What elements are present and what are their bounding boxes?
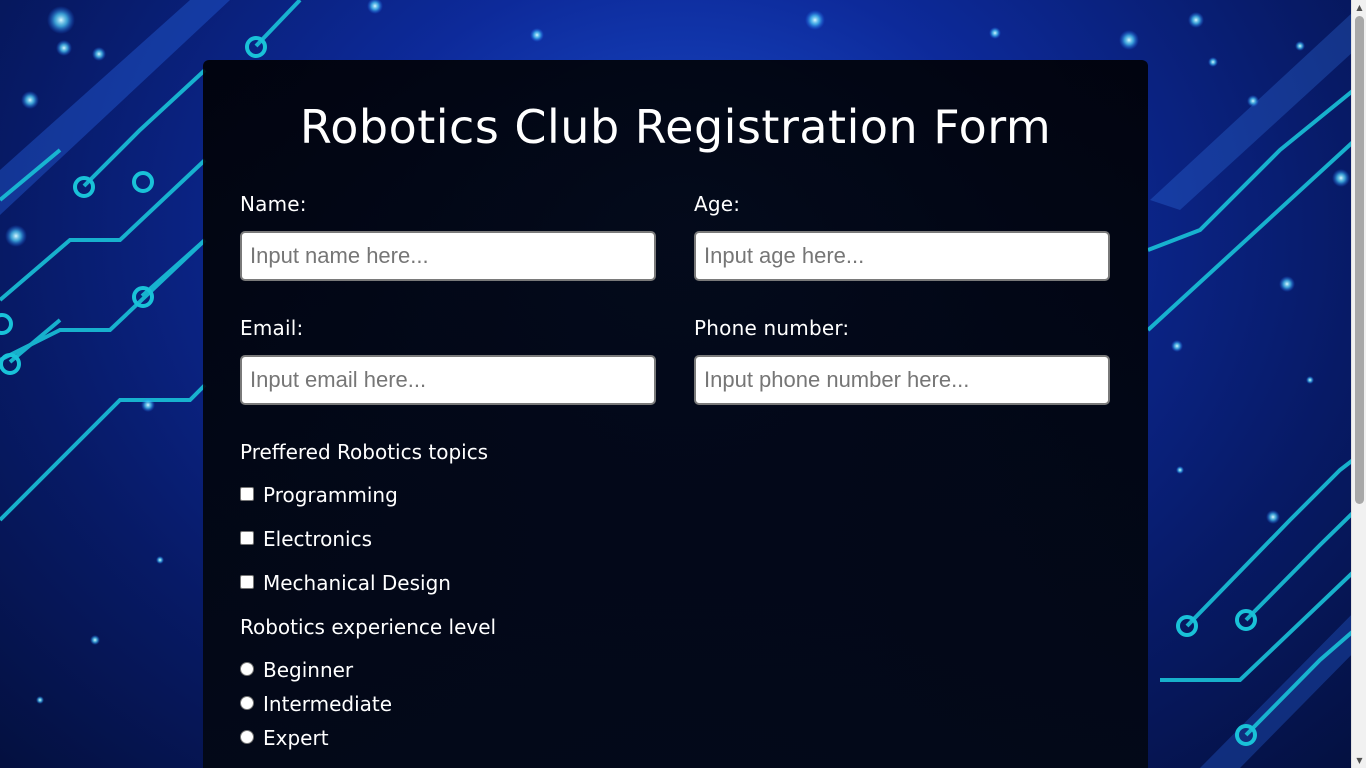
intermediate-radio[interactable] [240, 696, 254, 710]
experience-option-label: Expert [263, 726, 329, 750]
email-label: Email: [240, 316, 304, 340]
topic-option-label: Programming [263, 483, 398, 507]
topic-option-label: Electronics [263, 527, 373, 551]
beginner-radio[interactable] [240, 662, 254, 676]
scroll-down-icon[interactable]: ▼ [1352, 753, 1366, 768]
programming-checkbox[interactable] [240, 487, 254, 501]
scrollbar-thumb[interactable] [1355, 16, 1364, 504]
mechanical-design-checkbox[interactable] [240, 575, 254, 589]
age-input[interactable] [694, 231, 1110, 281]
topic-option-electronics[interactable]: Electronics [240, 527, 372, 551]
topics-label: Preffered Robotics topics [240, 440, 489, 464]
experience-option-label: Beginner [263, 658, 354, 682]
phone-label: Phone number: [694, 316, 850, 340]
age-label: Age: [694, 192, 741, 216]
page-scrollbar[interactable]: ▲ ▼ [1351, 0, 1366, 768]
topic-option-programming[interactable]: Programming [240, 483, 398, 507]
electronics-checkbox[interactable] [240, 531, 254, 545]
name-label: Name: [240, 192, 307, 216]
form-title: Robotics Club Registration Form [299, 100, 1052, 154]
registration-form-panel: Robotics Club Registration Form Name: Ag… [203, 60, 1148, 768]
experience-option-label: Intermediate [263, 692, 393, 716]
experience-option-expert[interactable]: Expert [240, 726, 329, 750]
scroll-up-icon[interactable]: ▲ [1352, 0, 1366, 15]
experience-option-beginner[interactable]: Beginner [240, 658, 353, 682]
topic-option-label: Mechanical Design [263, 571, 451, 595]
topic-option-mechanical-design[interactable]: Mechanical Design [240, 571, 451, 595]
experience-option-intermediate[interactable]: Intermediate [240, 692, 392, 716]
email-input[interactable] [240, 355, 656, 405]
experience-label: Robotics experience level [240, 615, 497, 639]
phone-input[interactable] [694, 355, 1110, 405]
name-input[interactable] [240, 231, 656, 281]
expert-radio[interactable] [240, 730, 254, 744]
